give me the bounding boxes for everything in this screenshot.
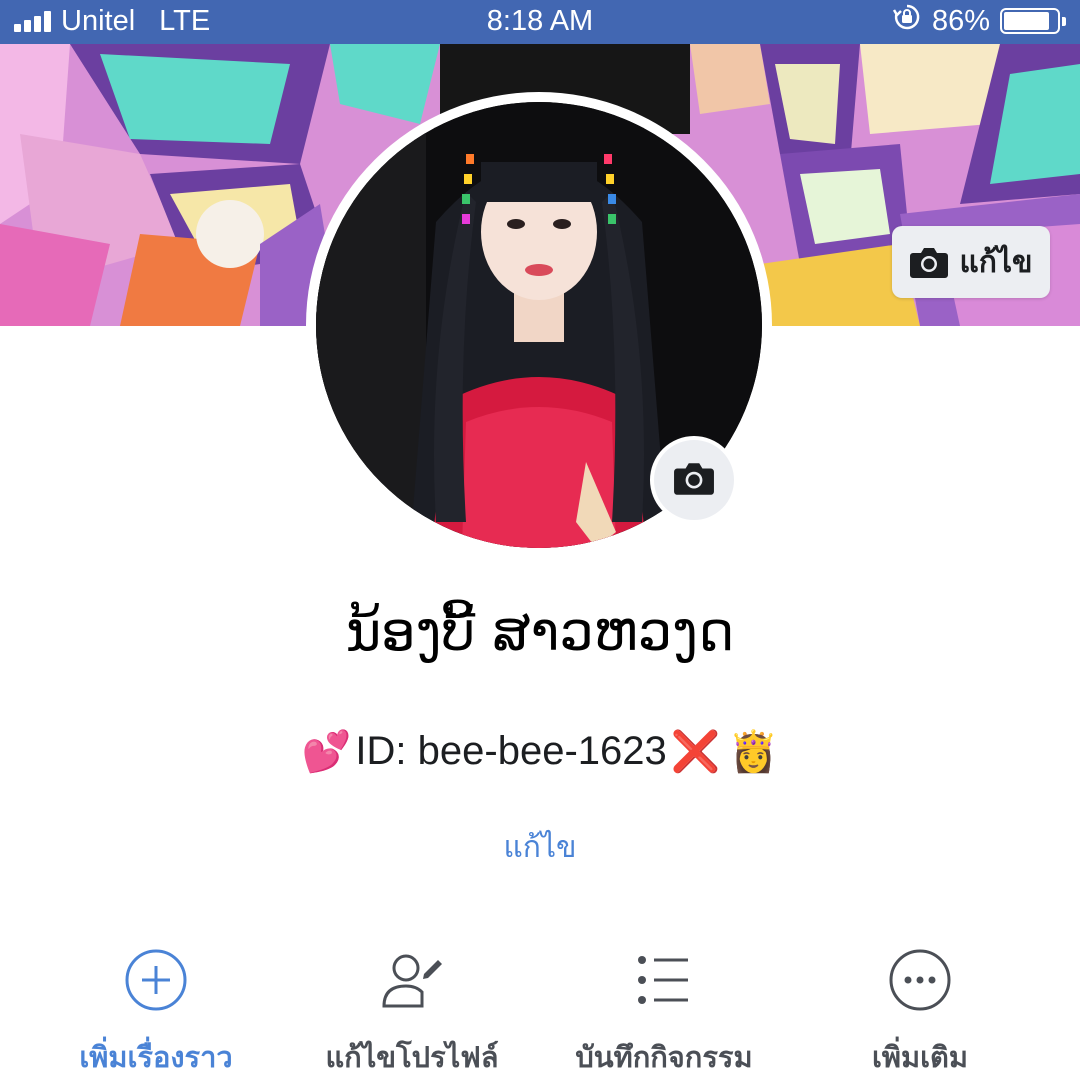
edit-bio-link[interactable]: แก้ไข bbox=[0, 824, 1080, 871]
battery-percent: 86% bbox=[931, 4, 990, 37]
camera-icon bbox=[909, 245, 949, 279]
add-story-button[interactable]: เพิ่มเรื่องราว bbox=[26, 948, 286, 1080]
avatar-camera-button[interactable] bbox=[650, 436, 738, 524]
battery-fill bbox=[1004, 12, 1049, 30]
battery-icon bbox=[1000, 8, 1066, 34]
more-label: เพิ่มเติม bbox=[871, 1042, 968, 1074]
edit-profile-button[interactable]: แก้ไขโปรไฟล์ bbox=[282, 948, 542, 1080]
cover-edit-label: แก้ไข bbox=[959, 245, 1033, 279]
profile-bio: 💕 ID: bee-bee-1623 ❌ 👸 bbox=[0, 728, 1080, 775]
more-icon bbox=[886, 948, 954, 1012]
list-icon bbox=[630, 948, 698, 1012]
cross-emoji: ❌ bbox=[670, 730, 721, 774]
status-bar: Unitel LTE 8:18 AM 86% bbox=[0, 0, 1080, 44]
activity-log-button[interactable]: บันทึกกิจกรรม bbox=[534, 948, 794, 1080]
add-story-label: เพิ่มเรื่องราว bbox=[79, 1042, 233, 1074]
profile-actions: เพิ่มเรื่องราว แก้ไขโปรไฟล์ บันทึกกิจกรร… bbox=[0, 948, 1080, 1080]
user-edit-icon bbox=[378, 948, 446, 1012]
profile-name: ນ້ອງບີ້ ສາວຫວງດ bbox=[345, 600, 735, 663]
more-button[interactable]: เพิ่มเติม bbox=[790, 948, 1050, 1080]
camera-icon bbox=[673, 460, 715, 501]
hearts-emoji: 💕 bbox=[301, 730, 352, 774]
plus-circle-icon bbox=[122, 948, 190, 1012]
princess-emoji: 👸 bbox=[728, 730, 779, 774]
edit-profile-label: แก้ไขโปรไฟล์ bbox=[325, 1042, 499, 1074]
bio-text: ID: bee-bee-1623 bbox=[355, 729, 667, 773]
activity-log-label: บันทึกกิจกรรม bbox=[575, 1042, 753, 1074]
status-right: 86% bbox=[892, 2, 1066, 40]
rotation-lock-icon bbox=[892, 2, 922, 40]
cover-edit-button[interactable]: แก้ไข bbox=[892, 226, 1050, 298]
